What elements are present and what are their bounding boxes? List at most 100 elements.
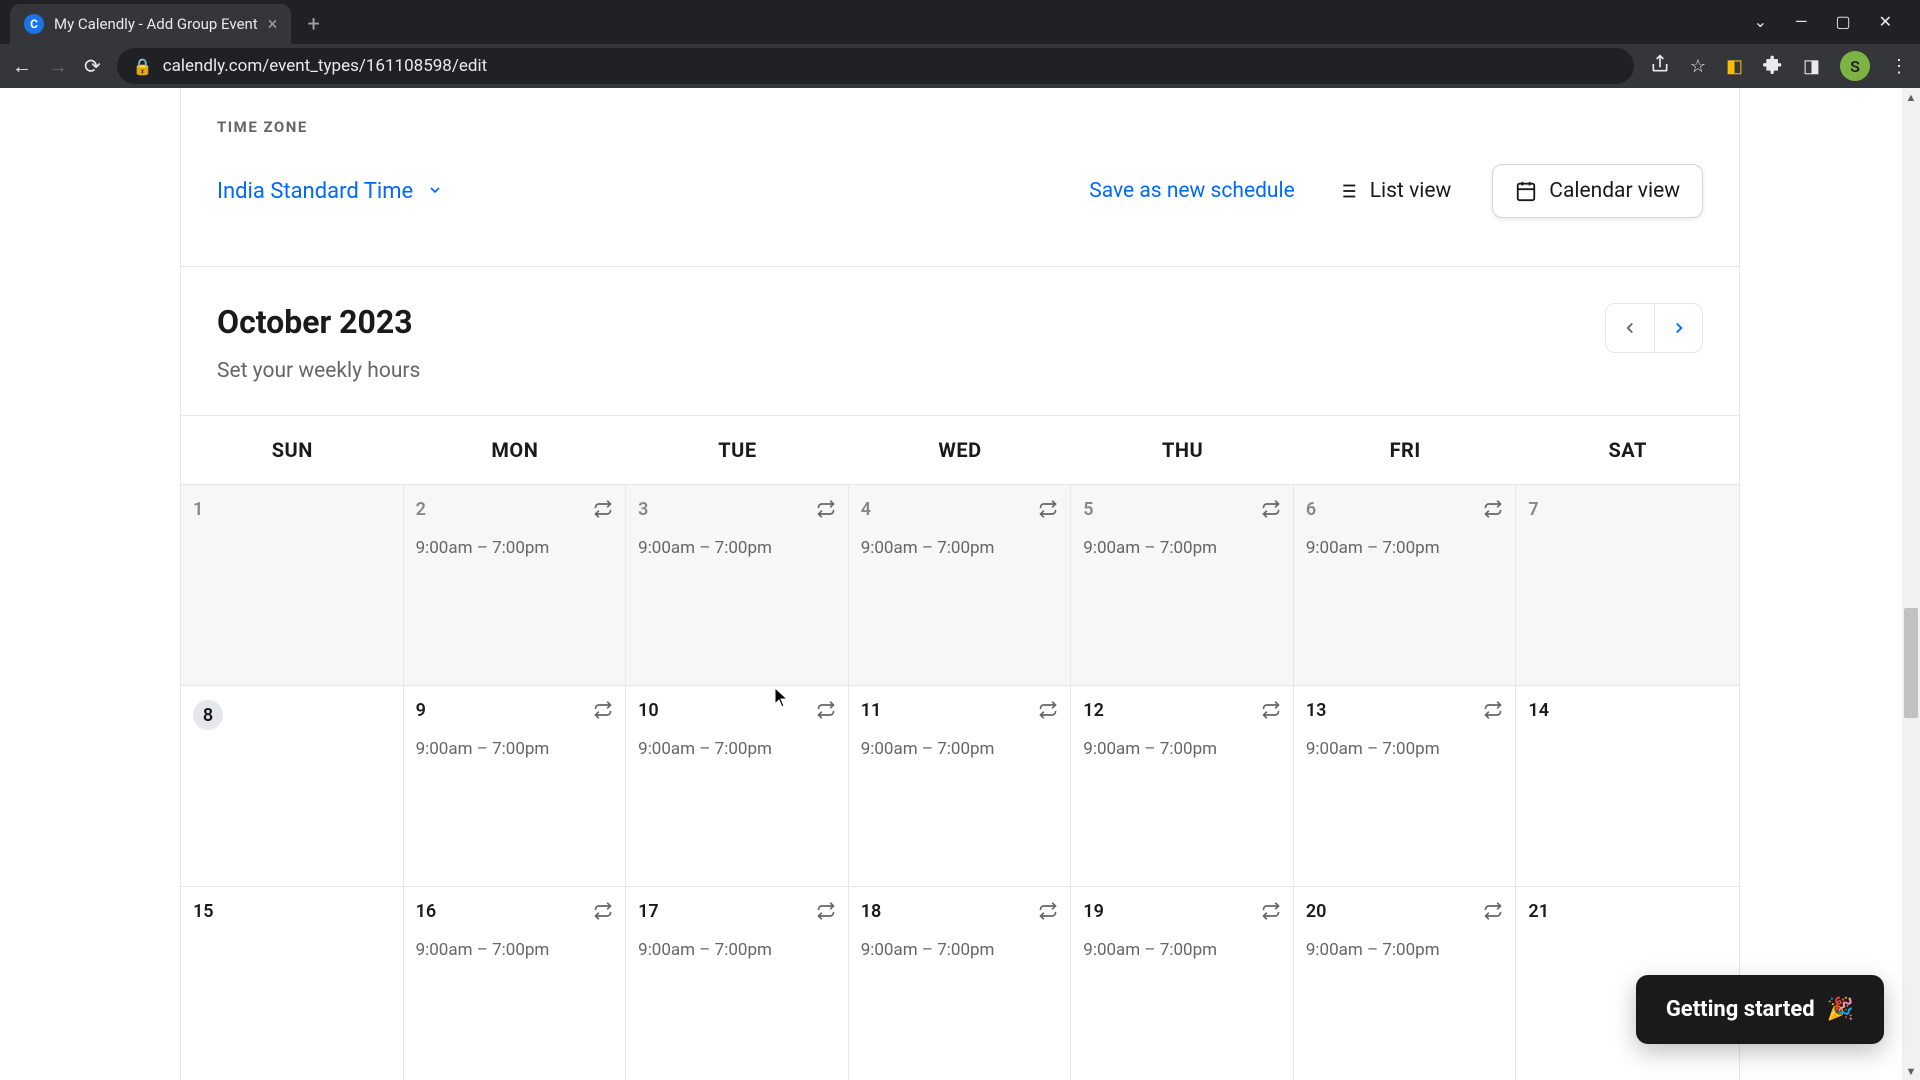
reload-icon[interactable]: ⟳	[84, 54, 101, 78]
forward-icon[interactable]: →	[48, 54, 68, 79]
profile-avatar[interactable]: S	[1840, 51, 1870, 81]
calendar-view-label: Calendar view	[1549, 179, 1680, 203]
maximize-icon[interactable]: ▢	[1835, 12, 1850, 31]
day-hours: 9:00am – 7:00pm	[1083, 538, 1281, 558]
day-cell[interactable]: 4 9:00am – 7:00pm	[849, 485, 1072, 685]
day-header: THU	[1071, 416, 1294, 484]
close-tab-icon[interactable]: ×	[268, 14, 278, 35]
day-cell[interactable]: 109:00am – 7:00pm	[626, 686, 849, 886]
getting-started-button[interactable]: Getting started 🎉	[1636, 975, 1884, 1044]
timezone-section: TIME ZONE India Standard Time Save as ne…	[181, 88, 1739, 228]
month-title: October 2023	[217, 303, 420, 341]
repeat-icon[interactable]	[593, 700, 613, 724]
day-cell[interactable]: 29:00am – 7:00pm	[404, 485, 627, 685]
day-number: 19	[1083, 901, 1281, 922]
day-number: 16	[416, 901, 614, 922]
day-cell[interactable]: 5 9:00am – 7:00pm	[1071, 485, 1294, 685]
sidepanel-icon[interactable]: ◨	[1803, 56, 1820, 77]
day-hours: 9:00am – 7:00pm	[416, 739, 614, 759]
close-window-icon[interactable]: ✕	[1879, 12, 1892, 31]
repeat-icon[interactable]	[593, 499, 613, 523]
day-hours: 9:00am – 7:00pm	[638, 538, 836, 558]
address-bar[interactable]: 🔒 calendly.com/event_types/161108598/edi…	[117, 48, 1634, 84]
repeat-icon[interactable]	[1038, 700, 1058, 724]
repeat-icon[interactable]	[593, 901, 613, 925]
repeat-icon[interactable]	[816, 499, 836, 523]
timezone-select[interactable]: India Standard Time	[217, 179, 443, 204]
repeat-icon[interactable]	[1038, 499, 1058, 523]
day-cell[interactable]: 119:00am – 7:00pm	[849, 686, 1072, 886]
repeat-icon[interactable]	[1483, 700, 1503, 724]
day-cell[interactable]: 69:00am – 7:00pm	[1294, 485, 1517, 685]
new-tab-button[interactable]: +	[291, 4, 335, 44]
scroll-down-icon[interactable]: ▼	[1902, 1062, 1920, 1080]
calendar-grid: SUNMONTUEWEDTHUFRISAT 129:00am – 7:00pm3…	[181, 415, 1739, 1080]
back-icon[interactable]: ←	[12, 54, 32, 79]
repeat-icon[interactable]	[1483, 901, 1503, 925]
day-cell[interactable]: 1	[181, 485, 404, 685]
day-number: 4	[861, 499, 1059, 520]
repeat-icon[interactable]	[1261, 901, 1281, 925]
day-cell[interactable]: 15	[181, 887, 404, 1080]
schedule-panel: TIME ZONE India Standard Time Save as ne…	[180, 88, 1740, 1080]
day-cell[interactable]: 39:00am – 7:00pm	[626, 485, 849, 685]
next-month-button[interactable]	[1654, 304, 1702, 352]
list-view-label: List view	[1370, 179, 1452, 203]
repeat-icon[interactable]	[1038, 901, 1058, 925]
share-icon[interactable]	[1650, 54, 1670, 79]
prev-month-button[interactable]	[1606, 304, 1654, 352]
toolbar-right: ☆ ◧ ◨ S ⋮	[1650, 51, 1908, 81]
day-cell[interactable]: 7	[1516, 485, 1739, 685]
day-cell[interactable]: 8	[181, 686, 404, 886]
day-header: MON	[404, 416, 627, 484]
browser-chrome: C My Calendly - Add Group Event × + ⌄ — …	[0, 0, 1920, 88]
extensions-icon[interactable]	[1763, 54, 1783, 79]
day-cell[interactable]: 139:00am – 7:00pm	[1294, 686, 1517, 886]
calendar-subtitle: Set your weekly hours	[217, 359, 420, 383]
day-number: 20	[1306, 901, 1504, 922]
star-icon[interactable]: ☆	[1690, 56, 1706, 77]
minimize-icon[interactable]: —	[1795, 12, 1808, 31]
day-number: 7	[1528, 499, 1727, 520]
repeat-icon[interactable]	[1261, 499, 1281, 523]
day-cell[interactable]: 179:00am – 7:00pm	[626, 887, 849, 1080]
window-controls: ⌄ — ▢ ✕	[1726, 0, 1920, 43]
repeat-icon[interactable]	[1483, 499, 1503, 523]
month-nav	[1605, 303, 1703, 353]
calendar-icon	[1515, 180, 1537, 202]
repeat-icon[interactable]	[816, 700, 836, 724]
scrollbar-thumb[interactable]	[1904, 608, 1918, 718]
list-view-button[interactable]: List view	[1313, 164, 1475, 218]
browser-tab[interactable]: C My Calendly - Add Group Event ×	[10, 4, 291, 44]
day-number: 5	[1083, 499, 1281, 520]
save-schedule-link[interactable]: Save as new schedule	[1089, 179, 1295, 203]
day-header: SUN	[181, 416, 404, 484]
day-cell[interactable]: 189:00am – 7:00pm	[849, 887, 1072, 1080]
calendar-view-button[interactable]: Calendar view	[1492, 164, 1703, 218]
day-cell[interactable]: 129:00am – 7:00pm	[1071, 686, 1294, 886]
extension-icon[interactable]: ◧	[1726, 56, 1743, 77]
scrollbar-track[interactable]: ▲ ▼	[1902, 88, 1920, 1080]
timezone-label: TIME ZONE	[217, 118, 1703, 136]
repeat-icon[interactable]	[816, 901, 836, 925]
repeat-icon[interactable]	[1261, 700, 1281, 724]
day-cell[interactable]: 20 9:00am – 7:00pm	[1294, 887, 1517, 1080]
day-header: WED	[849, 416, 1072, 484]
day-header: SAT	[1516, 416, 1739, 484]
day-number: 11	[861, 700, 1059, 721]
day-cell[interactable]: 99:00am – 7:00pm	[404, 686, 627, 886]
list-icon	[1336, 180, 1358, 202]
viewport: ▲ ▼ TIME ZONE India Standard Time Save a…	[0, 88, 1920, 1080]
day-hours: 9:00am – 7:00pm	[1306, 940, 1504, 960]
day-number: 6	[1306, 499, 1504, 520]
day-cell[interactable]: 199:00am – 7:00pm	[1071, 887, 1294, 1080]
scroll-up-icon[interactable]: ▲	[1902, 88, 1920, 106]
tabs-dropdown-icon[interactable]: ⌄	[1754, 12, 1767, 31]
day-cell[interactable]: 14	[1516, 686, 1739, 886]
menu-icon[interactable]: ⋮	[1890, 56, 1908, 77]
day-hours: 9:00am – 7:00pm	[1083, 739, 1281, 759]
calendar-header: October 2023 Set your weekly hours	[181, 267, 1739, 383]
day-cell[interactable]: 169:00am – 7:00pm	[404, 887, 627, 1080]
day-hours: 9:00am – 7:00pm	[861, 538, 1059, 558]
day-number: 1	[193, 499, 391, 520]
